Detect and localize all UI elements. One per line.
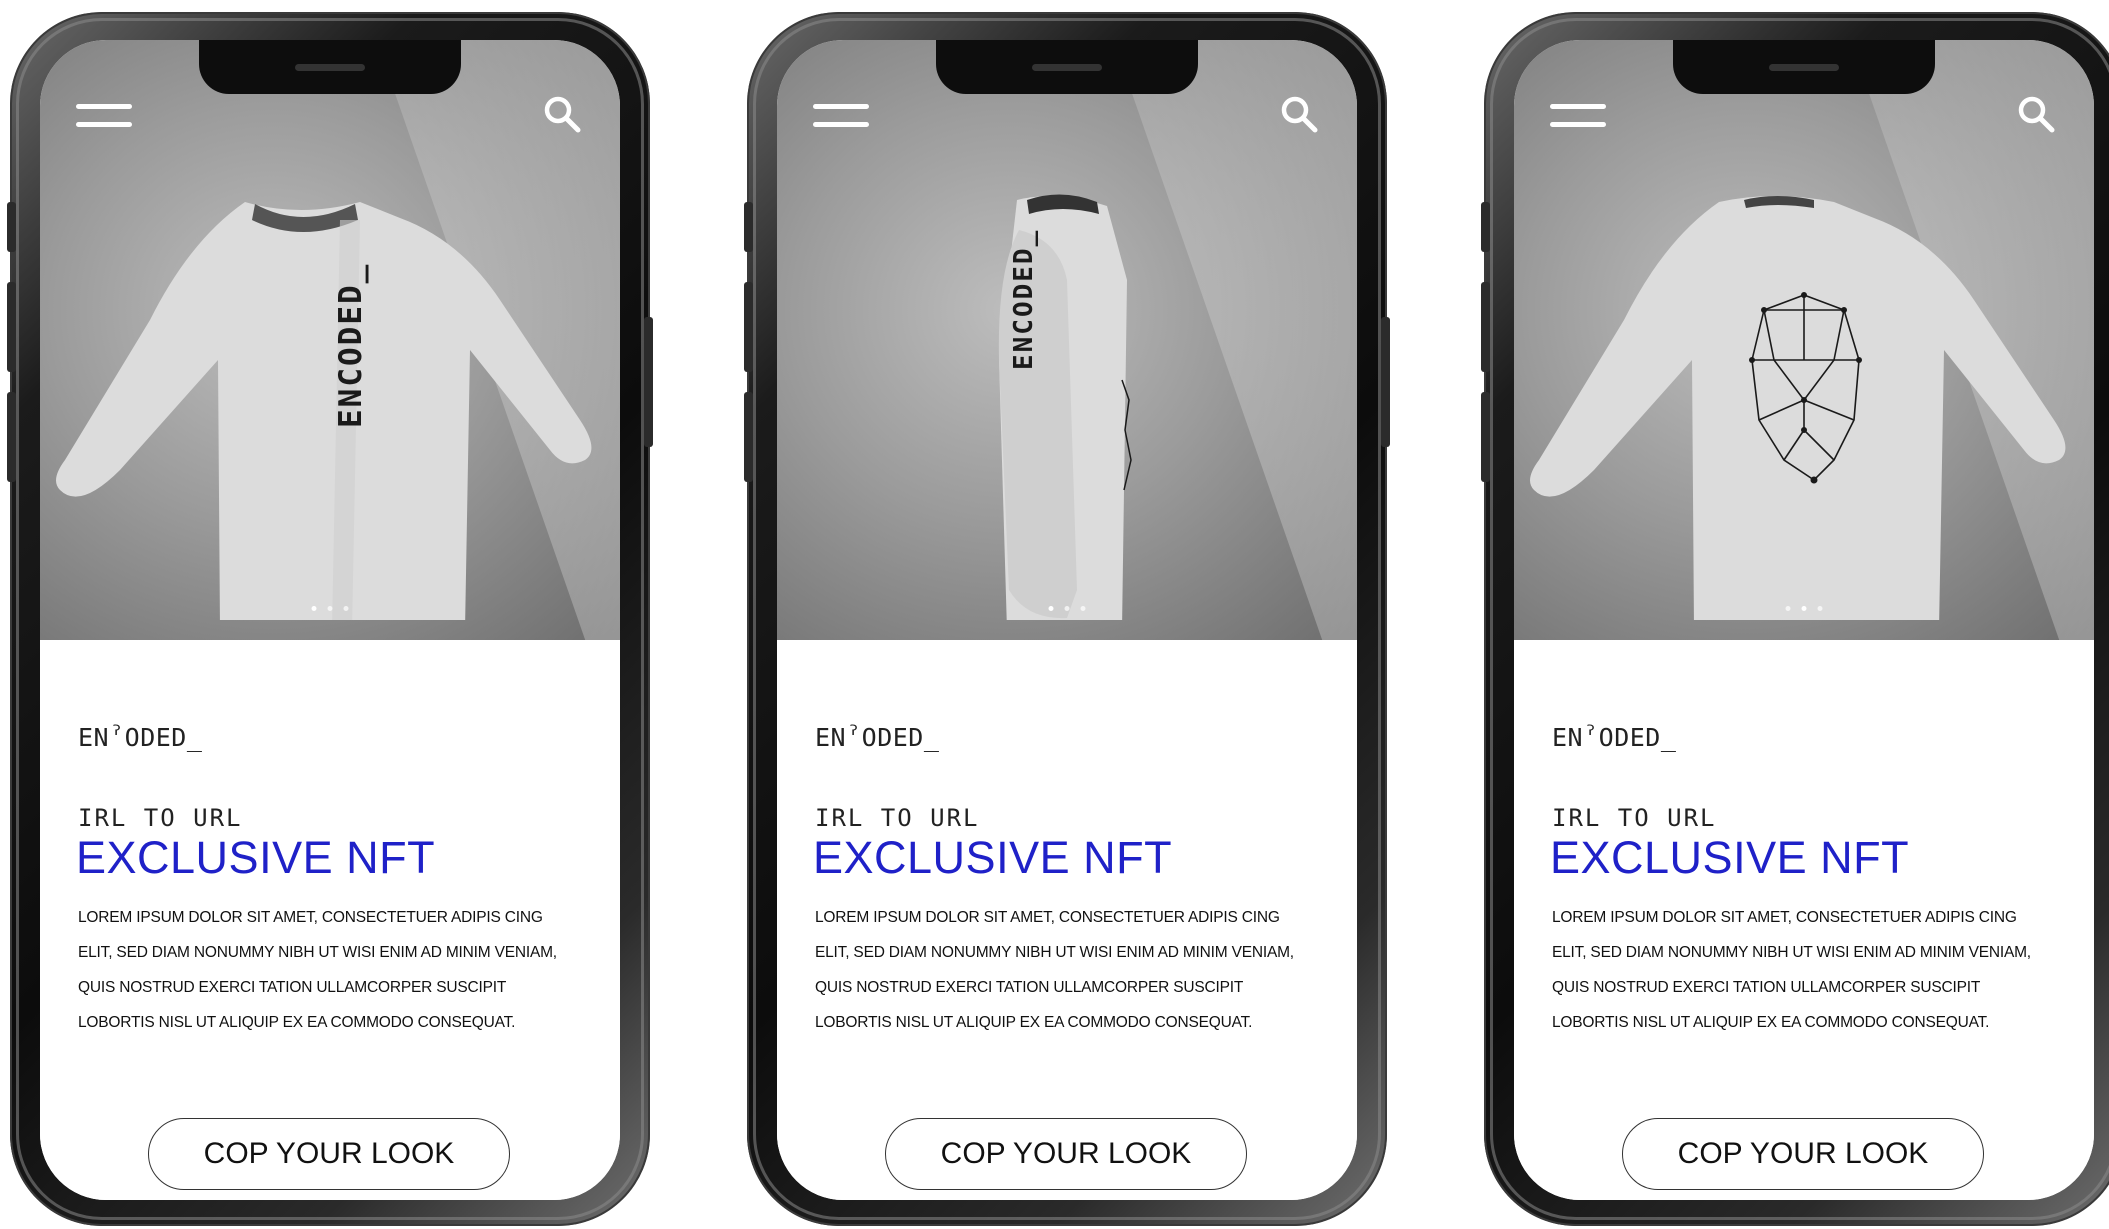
phone-mockup-1: ENCODED_ ENˀODED_ IRL TO URL EXCLUSIVE N… <box>7 12 653 1226</box>
hamburger-menu-icon[interactable] <box>76 102 132 132</box>
brand-wordmark: ENˀODED_ <box>1552 723 1677 752</box>
search-icon[interactable] <box>540 92 584 136</box>
carousel-indicator <box>1785 606 1823 611</box>
phone-mockup-3: ENˀODED_ IRL TO URL EXCLUSIVE NFT LOREM … <box>1481 12 2109 1226</box>
carousel-dot[interactable] <box>1064 606 1070 611</box>
product-details: ENˀODED_ IRL TO URL EXCLUSIVE NFT LOREM … <box>40 640 620 1200</box>
carousel-indicator <box>1048 606 1086 611</box>
phone-side-button <box>7 282 16 372</box>
phone-side-button <box>1481 282 1490 372</box>
carousel-dot[interactable] <box>311 606 317 611</box>
search-icon[interactable] <box>1277 92 1321 136</box>
section-kicker: IRL TO URL <box>815 804 980 832</box>
product-description: LOREM IPSUM DOLOR SIT AMET, CONSECTETUER… <box>1552 909 2031 1031</box>
section-kicker: IRL TO URL <box>1552 804 1717 832</box>
carousel-dot[interactable] <box>343 606 349 611</box>
carousel-dot[interactable] <box>1080 606 1086 611</box>
sweatshirt-side-image: ENCODED_ <box>998 194 1132 620</box>
product-description: LOREM IPSUM DOLOR SIT AMET, CONSECTETUER… <box>78 909 557 1031</box>
phone-screen: ENˀODED_ IRL TO URL EXCLUSIVE NFT LOREM … <box>1514 40 2094 1200</box>
phone-side-button <box>7 392 16 482</box>
carousel-indicator <box>311 606 349 611</box>
phone-side-button <box>744 282 753 372</box>
product-details: ENˀODED_ IRL TO URL EXCLUSIVE NFT LOREM … <box>1514 640 2094 1200</box>
phone-side-button <box>1381 317 1390 447</box>
brand-wordmark: ENˀODED_ <box>78 723 203 752</box>
phone-side-button <box>744 392 753 482</box>
phone-notch <box>199 40 461 94</box>
sweatshirt-print-text: ENCODED_ <box>333 263 369 428</box>
phone-screen: ENCODED_ ENˀODED_ IRL TO URL EXCLUSIVE N… <box>777 40 1357 1200</box>
sweatshirt-body <box>1530 196 2066 620</box>
search-icon[interactable] <box>2014 92 2058 136</box>
brand-wordmark: ENˀODED_ <box>815 723 940 752</box>
sweatshirt-front-image: ENCODED_ <box>56 202 592 620</box>
cop-your-look-button[interactable]: COP YOUR LOOK <box>1622 1118 1984 1190</box>
carousel-dot[interactable] <box>1048 606 1054 611</box>
phone-side-button <box>1481 392 1490 482</box>
carousel-dot[interactable] <box>1785 606 1791 611</box>
sweatshirt-print-text: ENCODED_ <box>1009 229 1039 370</box>
hamburger-menu-icon[interactable] <box>1550 102 1606 132</box>
section-kicker: IRL TO URL <box>78 804 243 832</box>
sweatshirt-body <box>56 202 592 620</box>
phone-notch <box>936 40 1198 94</box>
carousel-dot[interactable] <box>1817 606 1823 611</box>
phone-mockup-2: ENCODED_ ENˀODED_ IRL TO URL EXCLUSIVE N… <box>744 12 1390 1226</box>
phone-side-button <box>744 202 753 252</box>
speaker-grille <box>1032 64 1102 71</box>
carousel-dot[interactable] <box>327 606 333 611</box>
speaker-grille <box>1769 64 1839 71</box>
product-title: EXCLUSIVE NFT <box>1550 832 1910 883</box>
sweatshirt-back-image <box>1530 196 2066 620</box>
carousel-dot[interactable] <box>1801 606 1807 611</box>
product-details: ENˀODED_ IRL TO URL EXCLUSIVE NFT LOREM … <box>777 640 1357 1200</box>
product-description: LOREM IPSUM DOLOR SIT AMET, CONSECTETUER… <box>815 909 1294 1031</box>
cop-your-look-button[interactable]: COP YOUR LOOK <box>885 1118 1247 1190</box>
hamburger-menu-icon[interactable] <box>813 102 869 132</box>
phone-side-button <box>1481 202 1490 252</box>
phone-notch <box>1673 40 1935 94</box>
product-title: EXCLUSIVE NFT <box>813 832 1173 883</box>
speaker-grille <box>295 64 365 71</box>
cop-your-look-button[interactable]: COP YOUR LOOK <box>148 1118 510 1190</box>
phone-screen: ENCODED_ ENˀODED_ IRL TO URL EXCLUSIVE N… <box>40 40 620 1200</box>
product-title: EXCLUSIVE NFT <box>76 832 436 883</box>
phone-side-button <box>7 202 16 252</box>
phone-side-button <box>644 317 653 447</box>
